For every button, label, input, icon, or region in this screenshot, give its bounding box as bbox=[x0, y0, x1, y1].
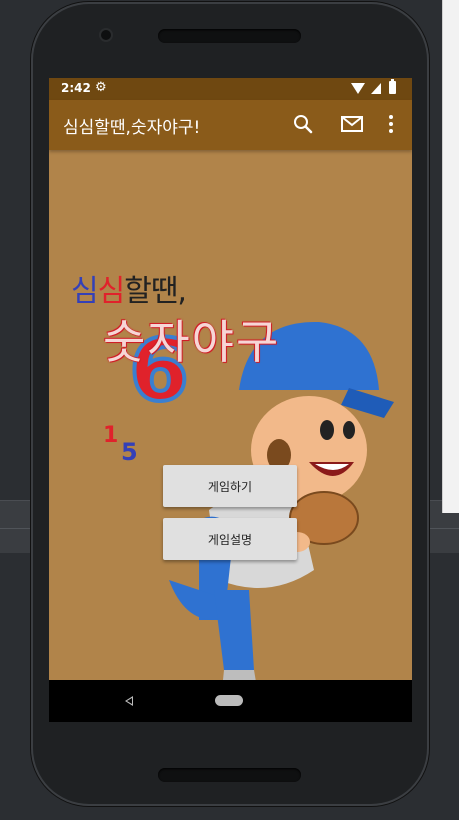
game-instructions-button[interactable]: 게임설명 bbox=[163, 518, 297, 560]
logo-line1: 심심할땐, bbox=[71, 274, 187, 309]
mail-icon[interactable] bbox=[341, 116, 363, 132]
baseball-player-illustration: 6 1 5 bbox=[103, 319, 394, 684]
start-game-button[interactable]: 게임하기 bbox=[163, 465, 297, 507]
app-title: 심심할땐,숫자야구! bbox=[63, 118, 201, 138]
status-bar: 2:42 ⚙ bbox=[49, 78, 412, 100]
app-bar: 심심할땐,숫자야구! bbox=[49, 100, 412, 150]
small-number-2: 5 bbox=[121, 438, 138, 466]
signal-icon bbox=[371, 83, 381, 94]
back-icon-inner bbox=[127, 698, 132, 704]
top-speaker bbox=[158, 29, 301, 43]
battery-icon bbox=[389, 79, 396, 94]
home-icon[interactable] bbox=[215, 695, 243, 706]
bottom-speaker bbox=[158, 768, 301, 782]
app-screen: 2:42 ⚙ 심심할땐,숫자야구! 6 1 5 심심할땐, 숫자야구 게임하기 … bbox=[49, 78, 412, 722]
logo-line2: 숫자야구 bbox=[103, 315, 281, 369]
more-vert-icon[interactable] bbox=[387, 114, 395, 134]
wifi-icon bbox=[351, 83, 365, 94]
hero-illustration: 6 1 5 심심할땐, 숫자야구 게임하기 게임설명 bbox=[49, 150, 412, 684]
gear-icon: ⚙ bbox=[95, 80, 107, 95]
small-number-1: 1 bbox=[103, 423, 118, 448]
navigation-bar bbox=[49, 680, 412, 722]
search-icon[interactable] bbox=[293, 114, 313, 134]
status-time: 2:42 bbox=[61, 81, 91, 95]
front-camera bbox=[101, 30, 111, 40]
ide-side-panel bbox=[442, 0, 459, 513]
